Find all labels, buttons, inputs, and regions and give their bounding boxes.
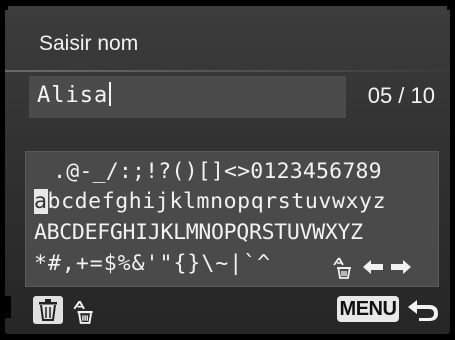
menu-button[interactable]: MENU: [337, 296, 399, 322]
clear-all-icon[interactable]: [331, 255, 355, 284]
trash-icon: [39, 299, 57, 321]
return-icon[interactable]: [405, 296, 441, 327]
arrow-left-icon[interactable]: [361, 258, 385, 281]
side-marker: [5, 296, 11, 318]
corner-marker: [0, 0, 8, 10]
header-divider: [5, 70, 450, 72]
camera-screen: Saisir nom Alisa 05 / 10 .@-_/:;!?()[]<>…: [5, 6, 450, 334]
keyboard-row-lowercase[interactable]: abcdefghijklmnopqrstuvwxyz: [34, 188, 386, 216]
keyboard-row-uppercase[interactable]: ABCDEFGHIJKLMNOPQRSTUVWXYZ: [34, 219, 363, 247]
keyboard-row-lowercase-rest[interactable]: bcdefghijklmnopqrstuvwxyz: [48, 189, 387, 214]
character-keyboard[interactable]: .@-_/:;!?()[]<>0123456789 abcdefghijklmn…: [25, 151, 439, 287]
selected-key[interactable]: a: [34, 189, 48, 214]
delete-button[interactable]: [33, 296, 63, 324]
character-count: 05 / 10: [349, 76, 445, 118]
name-input[interactable]: Alisa: [29, 76, 346, 118]
text-cursor: [109, 82, 112, 106]
corner-marker: [447, 0, 455, 10]
name-value: Alisa: [37, 82, 112, 108]
clear-all-icon[interactable]: [71, 298, 97, 329]
arrow-right-icon[interactable]: [389, 258, 413, 281]
character-count-label: 05 / 10: [367, 83, 435, 108]
keyboard-row-symbols[interactable]: .@-_/:;!?()[]<>0123456789: [40, 158, 382, 186]
page-title: Saisir nom: [39, 32, 139, 55]
header: Saisir nom: [5, 26, 450, 72]
keyboard-row-special[interactable]: *#,+=$%&'"{}\~|`^: [34, 250, 271, 278]
